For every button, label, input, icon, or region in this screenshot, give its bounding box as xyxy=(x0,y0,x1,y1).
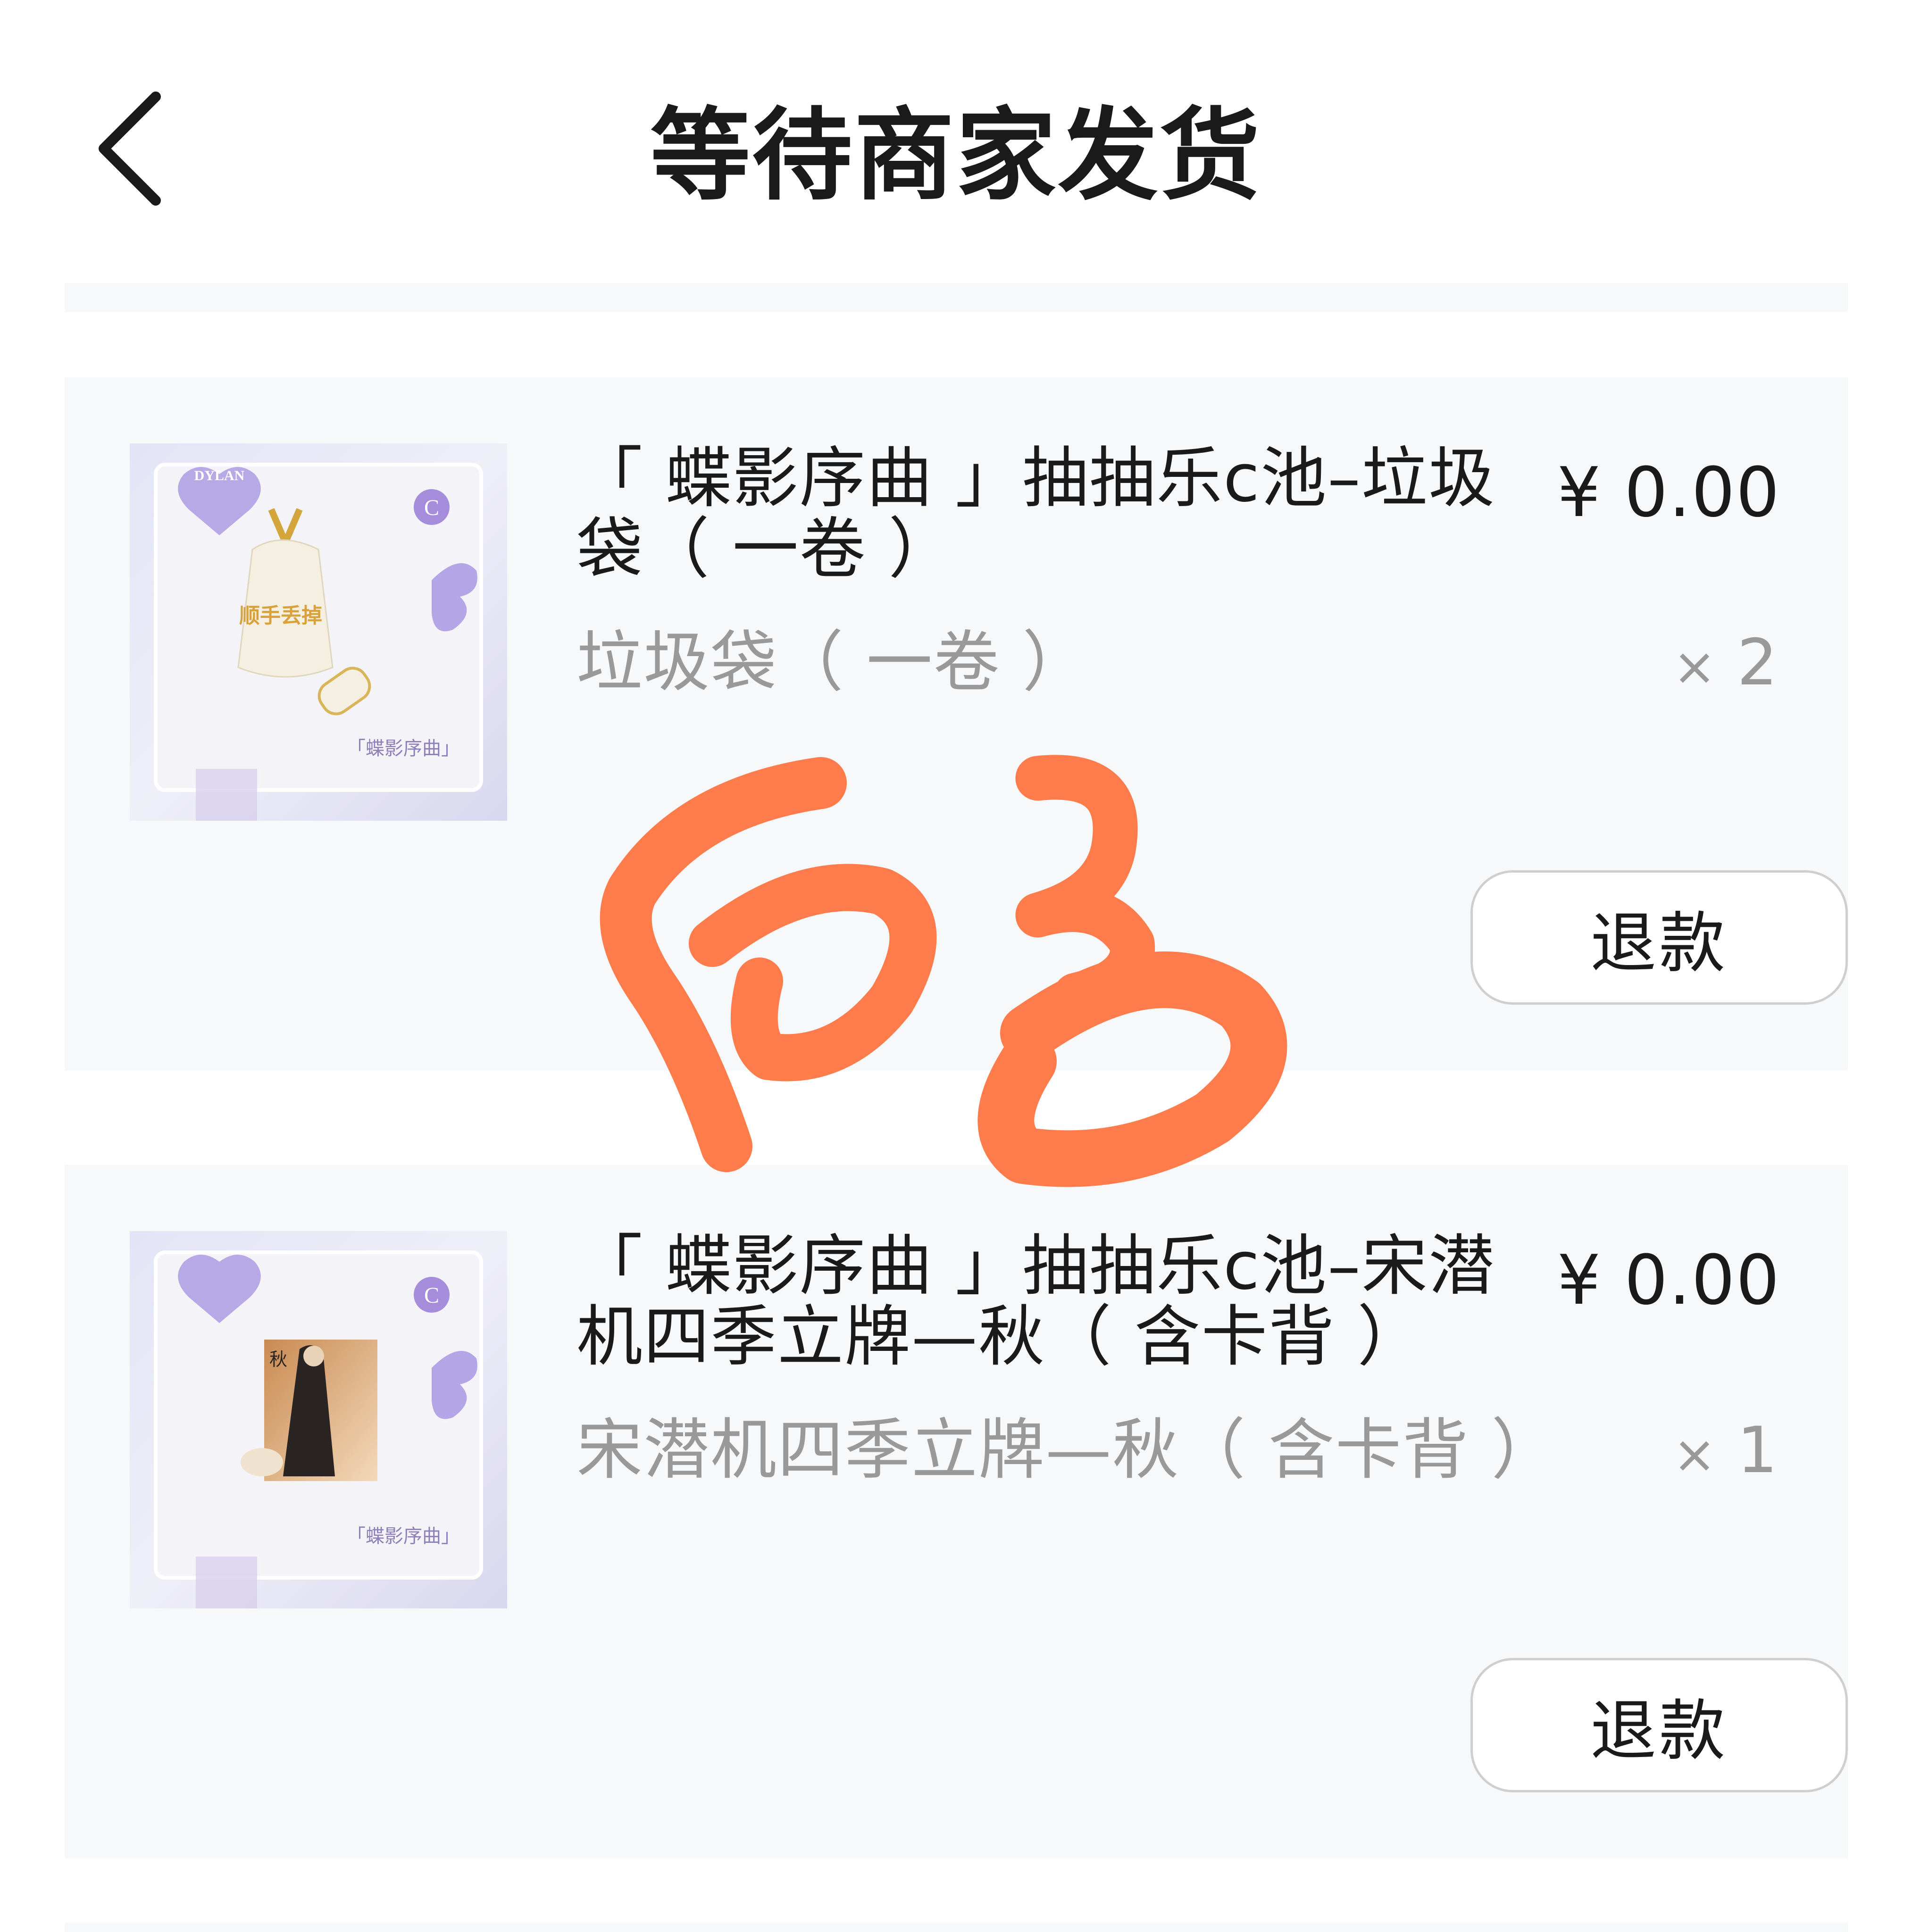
product-price: ¥ 0.00 xyxy=(1557,453,1780,533)
page-title: 等待商家发货 xyxy=(650,97,1262,214)
product-spec: 宋潜机四季立牌—秋（ 含卡背 ） xyxy=(576,1412,1559,1489)
quantity-value: 2 xyxy=(1737,625,1780,700)
card-art-text: 秋 xyxy=(269,1349,287,1370)
series-label-text: 「蝶影序曲」 xyxy=(347,738,460,759)
product-quantity: × 2 xyxy=(1673,623,1780,707)
product-spec: 垃圾袋（ 一卷 ） xyxy=(576,624,1090,701)
product-price: ¥ 0.00 xyxy=(1557,1241,1780,1320)
product-print-text: 顺手丢掉 xyxy=(239,604,322,628)
order-item-card[interactable]: C 秋 「蝶影序曲」 「 蝶影序曲 」抽抽乐c池–宋潜机四季立牌—秋（ 含卡背 … xyxy=(65,1165,1848,1858)
series-label-text: 「蝶影序曲」 xyxy=(347,1525,460,1547)
brand-badge-text: DYLAN xyxy=(194,468,245,483)
product-title[interactable]: 「 蝶影序曲 」抽抽乐c池–垃圾袋（ 一卷 ） xyxy=(576,443,1501,585)
section-divider xyxy=(65,1923,1848,1932)
product-thumbnail[interactable]: C 秋 「蝶影序曲」 xyxy=(130,1231,507,1608)
refund-button[interactable]: 退款 xyxy=(1470,1658,1848,1792)
multiply-symbol: × xyxy=(1672,1424,1720,1484)
multiply-symbol: × xyxy=(1672,636,1720,697)
product-title[interactable]: 「 蝶影序曲 」抽抽乐c池–宋潜机四季立牌—秋（ 含卡背 ） xyxy=(576,1231,1501,1373)
top-bar: 等待商家发货 xyxy=(0,0,1912,264)
product-thumbnail[interactable]: DYLAN C 顺手丢掉 「蝶影序曲」 xyxy=(130,443,507,821)
pool-badge-text: C xyxy=(424,495,439,520)
product-quantity: × 1 xyxy=(1673,1410,1780,1494)
section-divider xyxy=(65,283,1848,312)
order-item-card[interactable]: DYLAN C 顺手丢掉 「蝶影序曲」 「 蝶影序曲 」抽抽乐c池–垃圾袋（ 一… xyxy=(65,377,1848,1071)
pool-badge-text: C xyxy=(424,1283,439,1308)
refund-button[interactable]: 退款 xyxy=(1470,870,1848,1005)
quantity-value: 1 xyxy=(1737,1413,1780,1487)
